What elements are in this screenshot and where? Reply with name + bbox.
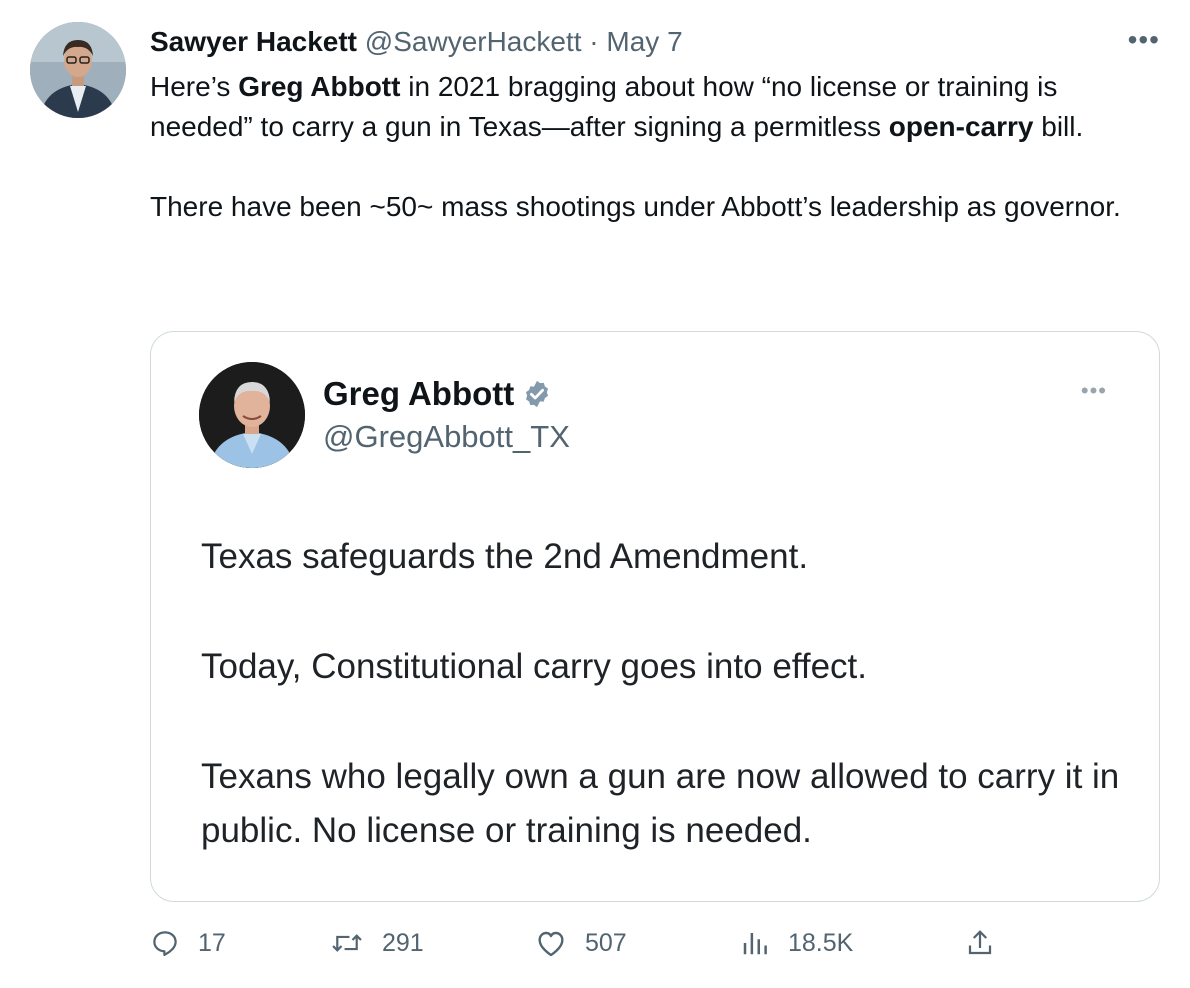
share-icon [968,930,992,955]
reply-button[interactable]: 17 [150,928,226,958]
mention-greg-abbott: Greg Abbott [238,71,401,102]
author-avatar[interactable] [30,22,126,118]
emphasis-open-carry: open-carry [888,111,1034,142]
tweet-actions: 17 291 507 18.5K [150,928,1050,968]
reply-icon [153,931,177,956]
quoted-author-handle[interactable]: @GregAbbott_TX [323,418,570,456]
quoted-tweet-card[interactable]: Greg Abbott @GregAbbott_TX ••• Texas saf… [150,331,1160,902]
author-avatar-image [30,22,126,118]
quoted-line-3: Texans who legally own a gun are now all… [201,757,1120,850]
verified-badge-icon [522,379,552,409]
like-button[interactable]: 507 [535,928,627,958]
quoted-tweet-text: Texas safeguards the 2nd Amendment. Toda… [201,530,1131,858]
views-count: 18.5K [788,928,854,957]
retweet-button[interactable]: 291 [330,928,424,958]
tweet-header: Sawyer Hackett @SawyerHackett · May 7 [150,24,1130,60]
quoted-author-name-row[interactable]: Greg Abbott [323,374,552,414]
heart-icon [538,931,564,957]
quoted-line-2: Today, Constitutional carry goes into ef… [201,647,868,686]
share-button[interactable] [965,928,995,958]
author-handle[interactable]: @SawyerHackett [365,26,582,57]
quoted-line-1: Texas safeguards the 2nd Amendment. [201,537,809,576]
like-count: 507 [585,928,627,957]
header-separator: · [589,26,599,57]
retweet-icon [332,934,362,952]
tweet-paragraph-2: There have been ~50~ mass shootings unde… [150,191,1121,222]
reply-count: 17 [198,928,226,957]
quoted-avatar-image [199,362,305,468]
views-button[interactable]: 18.5K [740,928,853,958]
tweet-text: Here’s Greg Abbott in 2021 bragging abou… [150,67,1160,227]
author-name[interactable]: Sawyer Hackett [150,26,357,57]
views-icon [743,933,767,955]
retweet-count: 291 [382,928,424,957]
tweet-paragraph-1: Here’s Greg Abbott in 2021 bragging abou… [150,71,1084,142]
quoted-more-icon[interactable]: ••• [1081,378,1107,404]
quoted-author-avatar[interactable] [199,362,305,468]
more-options-icon[interactable]: ••• [1128,26,1160,54]
quoted-author-name[interactable]: Greg Abbott [323,374,514,414]
tweet-date[interactable]: May 7 [606,26,682,57]
